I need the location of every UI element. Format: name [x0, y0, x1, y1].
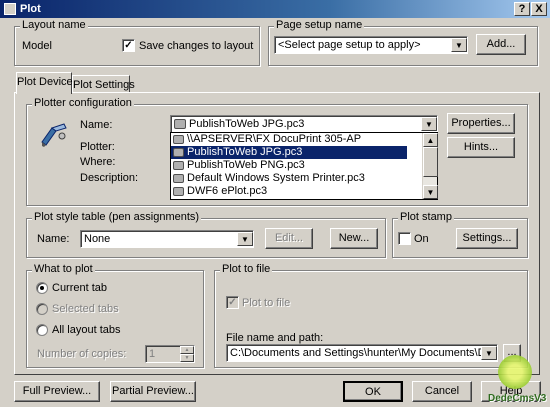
- where-label: Where:: [80, 156, 116, 168]
- plot-stamp-group-label: Plot stamp: [398, 211, 454, 223]
- full-preview-button[interactable]: Full Preview...: [14, 381, 100, 402]
- list-item[interactable]: \\APSERVER\FX DocuPrint 305-AP: [171, 133, 407, 146]
- plot-app-icon: [4, 3, 16, 15]
- spin-up-icon[interactable]: ▲: [180, 346, 194, 354]
- layout-name-value: Model: [22, 40, 52, 52]
- all-layout-tabs-radio[interactable]: [36, 324, 48, 336]
- plot-stamp-on-checkbox[interactable]: [398, 232, 411, 245]
- plotter-config-group-label: Plotter configuration: [32, 97, 134, 109]
- copies-label: Number of copies:: [37, 348, 127, 360]
- ok-button[interactable]: OK: [343, 381, 403, 402]
- current-tab-radio[interactable]: [36, 282, 48, 294]
- chevron-down-icon[interactable]: ▼: [481, 346, 497, 360]
- list-item[interactable]: PublishToWeb PNG.pc3: [171, 159, 407, 172]
- page-setup-group-label: Page setup name: [274, 19, 365, 31]
- tab-plot-device[interactable]: Plot Device: [16, 72, 73, 94]
- plotter-label: Plotter:: [80, 141, 115, 153]
- hints-button[interactable]: Hints...: [447, 137, 515, 158]
- description-label: Description:: [80, 172, 139, 184]
- spin-down-icon[interactable]: ▼: [180, 354, 194, 362]
- selected-tabs-radio[interactable]: [36, 303, 48, 315]
- plot-to-file-group-label: Plot to file: [220, 263, 273, 275]
- plotter-dropdown-list[interactable]: \\APSERVER\FX DocuPrint 305-AP PublishTo…: [170, 132, 438, 200]
- current-tab-label[interactable]: Current tab: [52, 282, 107, 294]
- page-setup-add-button[interactable]: Add...: [476, 34, 526, 55]
- plotter-name-label: Name:: [80, 119, 113, 131]
- plot-to-file-label[interactable]: Plot to file: [242, 297, 290, 309]
- watermark-text: DedeCmsV3: [488, 393, 547, 404]
- printer-icon: [174, 119, 186, 129]
- chevron-down-icon[interactable]: ▼: [451, 38, 467, 52]
- save-changes-label[interactable]: Save changes to layout: [139, 40, 253, 52]
- dropdown-scrollbar[interactable]: ▲ ▼: [422, 133, 438, 199]
- plotter-name-select[interactable]: PublishToWeb JPG.pc3: [170, 115, 438, 133]
- close-button[interactable]: X: [531, 2, 547, 16]
- chevron-down-icon[interactable]: ▼: [237, 232, 253, 246]
- plot-style-edit-button[interactable]: Edit...: [265, 228, 313, 249]
- title-bar: Plot ? X: [0, 0, 550, 18]
- plot-style-group-label: Plot style table (pen assignments): [32, 211, 202, 223]
- what-to-plot-group-label: What to plot: [32, 263, 95, 275]
- plot-to-file-checkbox[interactable]: ✓: [226, 296, 239, 309]
- scroll-thumb[interactable]: [423, 147, 438, 177]
- layout-name-group-label: Layout name: [20, 19, 88, 31]
- flower-logo: [498, 355, 532, 389]
- save-changes-checkbox[interactable]: ✓: [122, 39, 135, 52]
- file-path-input[interactable]: C:\Documents and Settings\hunter\My Docu…: [226, 344, 498, 362]
- list-item[interactable]: Default Windows System Printer.pc3: [171, 172, 407, 185]
- tab-plot-settings[interactable]: Plot Settings: [72, 75, 135, 93]
- help-title-button[interactable]: ?: [514, 2, 530, 16]
- page-setup-select[interactable]: <Select page setup to apply>: [274, 36, 468, 54]
- list-item[interactable]: PublishToWeb JPG.pc3: [171, 146, 407, 159]
- chevron-down-icon[interactable]: ▼: [421, 117, 437, 131]
- selected-tabs-label[interactable]: Selected tabs: [52, 303, 119, 315]
- list-item[interactable]: DWF6 ePlot.pc3: [171, 185, 407, 198]
- scroll-up-icon[interactable]: ▲: [423, 133, 438, 147]
- scroll-down-icon[interactable]: ▼: [423, 185, 438, 199]
- window-title: Plot: [20, 3, 41, 15]
- plotter-name-value: PublishToWeb JPG.pc3: [189, 118, 305, 130]
- cancel-button[interactable]: Cancel: [412, 381, 472, 402]
- partial-preview-button[interactable]: Partial Preview...: [110, 381, 196, 402]
- plot-style-select[interactable]: None: [80, 230, 254, 248]
- all-layout-tabs-label[interactable]: All layout tabs: [52, 324, 120, 336]
- properties-button[interactable]: Properties...: [447, 113, 515, 134]
- plot-style-name-label: Name:: [37, 233, 70, 245]
- plot-stamp-on-label[interactable]: On: [414, 233, 429, 245]
- plotter-icon: [38, 122, 70, 148]
- plot-style-new-button[interactable]: New...: [330, 228, 378, 249]
- file-path-label: File name and path:: [226, 332, 324, 344]
- plot-stamp-settings-button[interactable]: Settings...: [456, 228, 518, 249]
